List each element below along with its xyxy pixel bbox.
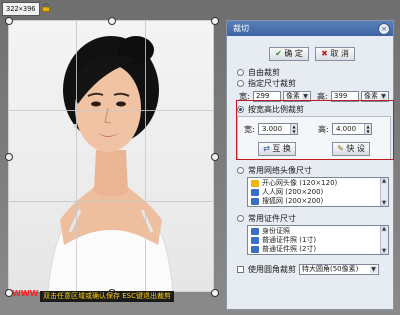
- avatar-size-list[interactable]: 开心网头像 (120×120) 人人网 (200×200) 搜狐网 (200×2…: [247, 177, 389, 207]
- cross-icon: ✖: [321, 49, 328, 58]
- avatar-item-label: 人人网 (200×200): [262, 188, 324, 196]
- id-item-label: 普通证件照 (2寸): [262, 245, 317, 253]
- scrollbar[interactable]: ▲ ▼: [380, 226, 388, 254]
- checkbox-rounded-crop[interactable]: [237, 266, 244, 273]
- crop-frame[interactable]: [8, 20, 214, 292]
- ratio-highlight-frame: [236, 100, 394, 160]
- id-card-icon: [251, 245, 259, 253]
- crop-handle-top-left[interactable]: [5, 17, 13, 25]
- radio-avatar-size[interactable]: [237, 167, 244, 174]
- list-item[interactable]: 普通证件照 (1寸): [251, 236, 316, 245]
- rounded-radius-value: 特大圆角(50像素): [302, 265, 359, 273]
- scroll-up-icon[interactable]: ▲: [381, 226, 387, 232]
- id-card-icon: [251, 227, 259, 235]
- scroll-up-icon[interactable]: ▲: [381, 178, 387, 184]
- scroll-down-icon[interactable]: ▼: [381, 248, 387, 254]
- crop-handle-top[interactable]: [108, 17, 116, 25]
- cancel-button[interactable]: ✖ 取 消: [315, 47, 355, 61]
- fixed-height-unit: 像素: [364, 92, 378, 100]
- radio-id-size[interactable]: [237, 215, 244, 222]
- avatar-item-label: 搜狐网 (200×200): [262, 197, 324, 205]
- ok-button[interactable]: ✔ 确 定: [269, 47, 309, 61]
- list-item[interactable]: 搜狐网 (200×200): [251, 197, 323, 206]
- crop-handle-bottom-right[interactable]: [211, 289, 219, 297]
- crop-handle-left[interactable]: [5, 153, 13, 161]
- label-rounded-crop: 使用圆角裁剪: [248, 265, 296, 274]
- dimension-badge: 322×396: [2, 2, 40, 16]
- lock-icon[interactable]: [42, 3, 50, 12]
- list-item[interactable]: 开心网头像 (120×120): [251, 179, 337, 188]
- crop-handle-top-right[interactable]: [211, 17, 219, 25]
- crop-panel: 裁切 × ✔ 确 定 ✖ 取 消 自由裁剪 指定尺寸裁剪 宽: 299 像素 ▼ …: [226, 20, 394, 310]
- id-item-label: 普通证件照 (1寸): [262, 236, 317, 244]
- close-icon[interactable]: ×: [378, 23, 390, 35]
- label-fixed-size: 指定尺寸裁剪: [248, 79, 296, 88]
- list-item[interactable]: 人人网 (200×200): [251, 188, 323, 197]
- scrollbar[interactable]: ▲ ▼: [380, 178, 388, 206]
- cancel-button-label: 取 消: [330, 49, 349, 58]
- radio-fixed-size[interactable]: [237, 80, 244, 87]
- fixed-height-value: 399: [334, 92, 348, 100]
- sohu-icon: [251, 197, 259, 205]
- panel-title: 裁切: [233, 24, 249, 33]
- id-item-label: 身份证照: [262, 227, 290, 235]
- happy-icon: [251, 179, 259, 187]
- fixed-width-unit: 像素: [286, 92, 300, 100]
- fixed-width-value: 299: [256, 92, 270, 100]
- avatar-item-label: 开心网头像 (120×120): [262, 179, 338, 187]
- checkmark-icon: ✔: [275, 49, 282, 58]
- ok-button-label: 确 定: [284, 49, 303, 58]
- panel-titlebar[interactable]: 裁切 ×: [227, 21, 393, 36]
- watermark-text: WWW: [12, 289, 39, 298]
- crop-handle-right[interactable]: [211, 153, 219, 161]
- id-card-icon: [251, 236, 259, 244]
- chevron-down-icon: ▼: [370, 266, 377, 273]
- list-item[interactable]: 普通证件照 (2寸): [251, 245, 316, 254]
- scroll-down-icon[interactable]: ▼: [381, 200, 387, 206]
- radio-free-crop[interactable]: [237, 69, 244, 76]
- chevron-down-icon: ▼: [302, 93, 309, 100]
- label-id-size: 常用证件尺寸: [248, 214, 296, 223]
- crop-hint-caption: 双击任意区域或确认保存 ESC键退出裁剪: [40, 291, 174, 302]
- renren-icon: [251, 188, 259, 196]
- list-item[interactable]: 身份证照: [251, 227, 290, 236]
- id-size-list[interactable]: 身份证照 普通证件照 (1寸) 普通证件照 (2寸) ▲ ▼: [247, 225, 389, 255]
- label-free-crop: 自由裁剪: [248, 68, 280, 77]
- chevron-down-icon: ▼: [380, 93, 387, 100]
- rounded-radius-select[interactable]: 特大圆角(50像素) ▼: [299, 264, 379, 275]
- label-avatar-size: 常用网络头像尺寸: [248, 166, 312, 175]
